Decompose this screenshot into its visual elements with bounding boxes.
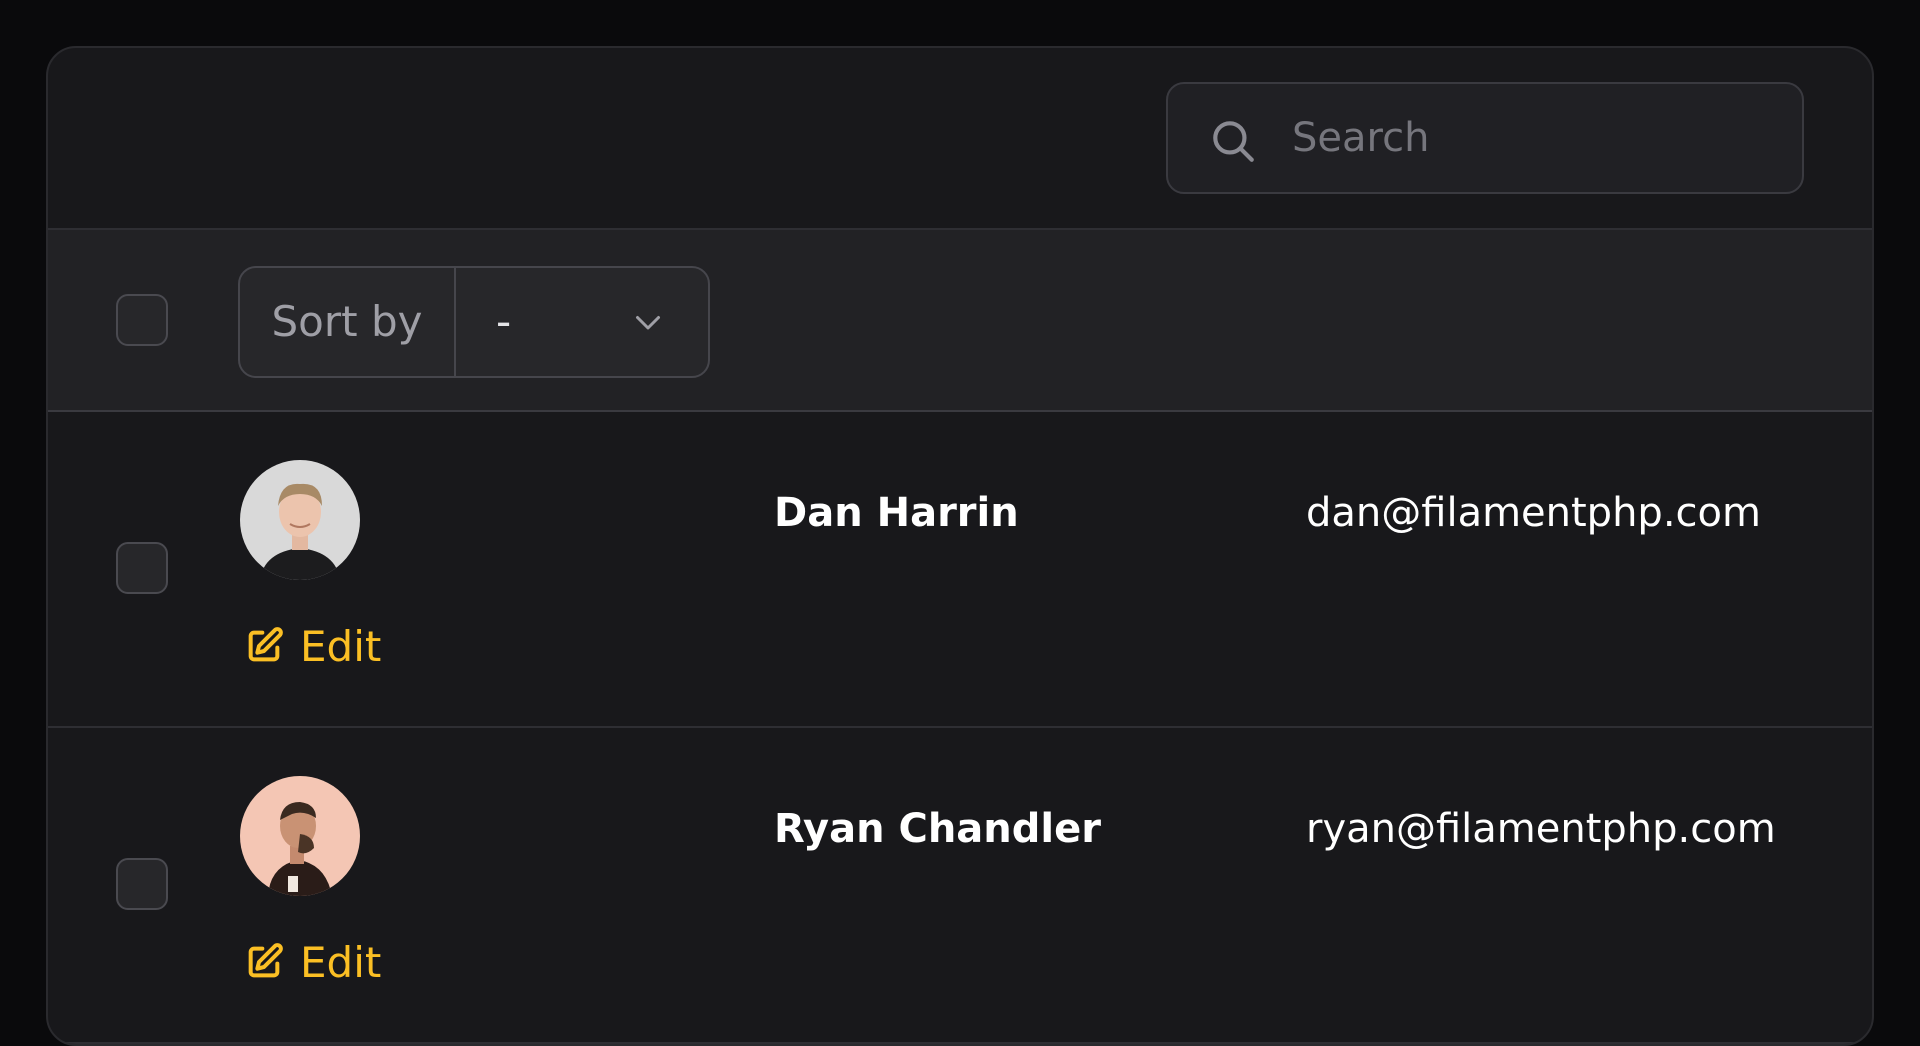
edit-icon [248,943,283,978]
user-email: ryan@filamentphp.com [1306,806,1776,852]
search-box[interactable] [1166,82,1804,194]
user-name: Dan Harrin [774,490,1019,536]
edit-label: Edit [300,621,382,671]
search-input[interactable] [1290,84,1780,192]
row-checkbox[interactable] [116,858,168,910]
user-email: dan@filamentphp.com [1306,490,1761,536]
avatar [240,460,360,580]
table-toolbar [48,48,1872,230]
sort-bar: Sort by - [48,230,1872,412]
edit-button[interactable]: Edit [244,934,381,990]
edit-label: Edit [300,937,382,987]
user-name: Ryan Chandler [774,806,1101,852]
edit-icon [248,627,283,662]
sort-by-label: Sort by [240,268,456,376]
search-icon [1213,121,1254,162]
table-row: Edit Ryan Chandler ryan@filamentphp.com [48,728,1872,1044]
edit-button[interactable]: Edit [244,618,381,674]
table-row: Edit Dan Harrin dan@filamentphp.com [48,412,1872,728]
sort-selected-value[interactable]: - [496,268,511,376]
avatar [240,776,360,896]
row-checkbox[interactable] [116,542,168,594]
select-all-checkbox[interactable] [116,294,168,346]
users-table-panel: Sort by - Edit Dan Ha [46,46,1874,1046]
chevron-down-icon[interactable] [630,304,666,340]
sort-select[interactable]: Sort by - [238,266,710,378]
